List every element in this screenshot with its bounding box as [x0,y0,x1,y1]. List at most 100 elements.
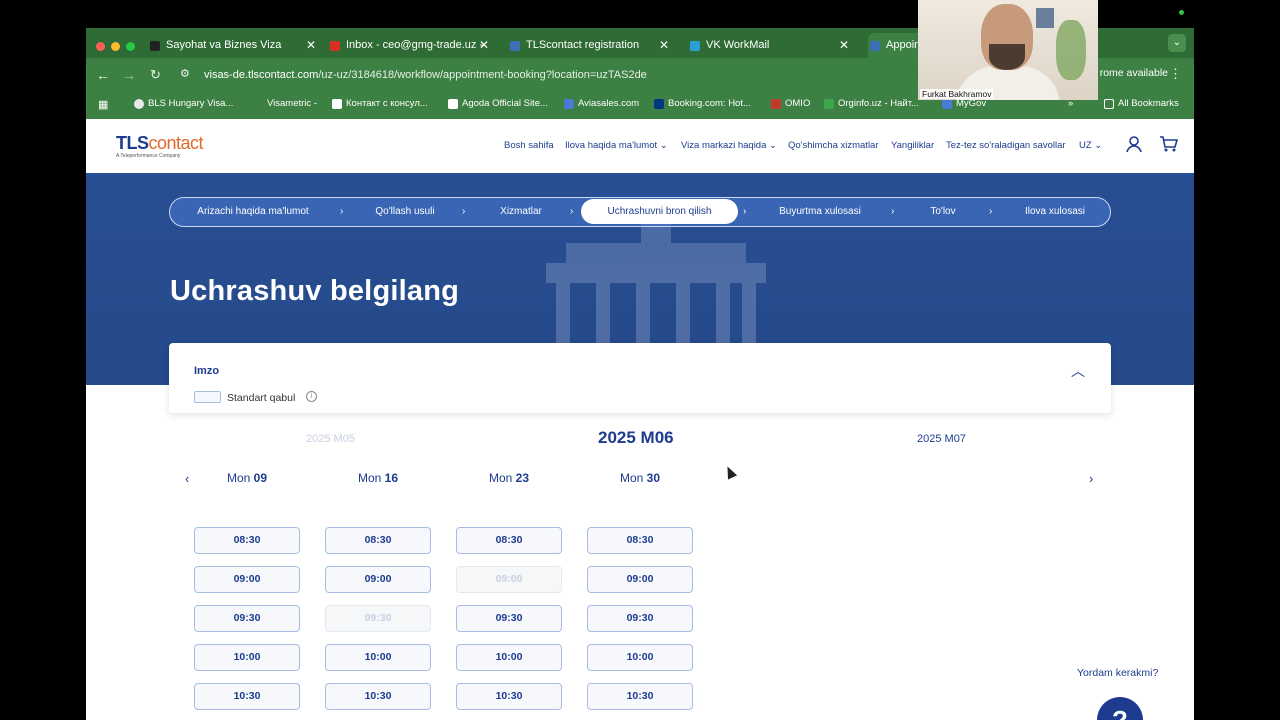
bookmark-bls[interactable]: BLS Hungary Visa... [134,98,233,109]
bookmark-aviasales[interactable]: Aviasales.com [564,98,639,109]
maximize-window-button[interactable] [126,42,135,51]
bookmark-icon [253,99,263,109]
nav-label: Ilova haqida ma'lumot [565,140,658,151]
bookmark-booking[interactable]: Booking.com: Hot... [654,98,751,109]
participant-beard [989,44,1025,70]
chevron-left-icon[interactable]: ‹ [185,471,189,486]
time-slot-button[interactable]: 09:00 [194,566,300,593]
bookmark-label: Контакт с консул... [346,98,428,109]
time-slot-button[interactable]: 08:30 [456,527,562,554]
logo-rest: contact [148,133,204,153]
time-slot-button[interactable]: 10:00 [194,644,300,671]
bookmark-label: BLS Hungary Visa... [148,98,234,109]
step-payment[interactable]: To'lov [908,198,978,225]
language-label: UZ [1079,140,1092,151]
time-slot-button[interactable]: 08:30 [325,527,431,554]
day-date: 30 [646,471,661,485]
info-icon[interactable]: i [306,391,317,402]
tab-close-icon[interactable]: ✕ [479,33,489,58]
step-applicant-info[interactable]: Arizachi haqida ma'lumot [182,198,324,225]
tab-close-icon[interactable]: ✕ [839,33,849,58]
nav-faq[interactable]: Tez-tez so'raladigan savollar [946,140,1066,151]
plant [1056,20,1086,80]
time-slot-button[interactable]: 10:00 [325,644,431,671]
minimize-window-button[interactable] [111,42,120,51]
chevron-right-icon: › [570,206,574,217]
bookmark-agoda[interactable]: Agoda Official Site... [448,98,548,109]
tlscontact-logo[interactable]: TLScontact A Teleperformance Company [116,133,204,159]
language-selector[interactable]: UZ ⌄ [1079,140,1102,151]
close-window-button[interactable] [96,42,105,51]
time-slot-button[interactable]: 10:00 [587,644,693,671]
recording-indicator [1179,10,1184,15]
month-prev[interactable]: 2025 M05 [306,433,355,445]
more-menu-icon[interactable]: ⋮ [1169,66,1182,82]
help-prompt[interactable]: Yordam kerakmi? [1077,667,1158,679]
nav-news[interactable]: Yangiliklar [891,140,934,151]
time-slot-button[interactable]: 10:30 [194,683,300,710]
bookmark-omio[interactable]: OMIO [771,98,810,109]
nav-application-info[interactable]: Ilova haqida ma'lumot ⌄ [565,140,668,151]
chevron-right-icon[interactable]: › [1089,471,1093,486]
bookmark-icon [824,99,834,109]
day-date: 23 [515,471,530,485]
wall-frame [1036,8,1054,28]
chevron-up-icon[interactable]: ︿ [1071,361,1085,381]
nav-home[interactable]: Bosh sahifa [504,140,554,151]
time-slot-button[interactable]: 09:30 [194,605,300,632]
nav-additional-services[interactable]: Qo'shimcha xizmatlar [788,140,879,151]
bookmark-icon [771,99,781,109]
tab-close-icon[interactable]: ✕ [306,33,316,58]
tab-favicon-icon [870,41,880,51]
time-slot-button[interactable]: 10:30 [587,683,693,710]
tab-close-icon[interactable]: ✕ [659,33,669,58]
step-application-method[interactable]: Qo'llash usuli [360,198,450,225]
step-services[interactable]: Xizmatlar [475,198,567,225]
time-slot-button[interactable]: 08:30 [194,527,300,554]
appointment-type-card: Imzo ︿ Standart qabul i [169,343,1111,413]
tab-favicon-icon [150,41,160,51]
month-next[interactable]: 2025 M07 [917,433,966,445]
time-slot-button[interactable]: 09:00 [325,566,431,593]
time-slot-button[interactable]: 10:00 [456,644,562,671]
user-icon[interactable] [1125,135,1143,153]
step-book-appointment[interactable]: Uchrashuvni bron qilish [581,199,738,224]
bookmark-visametric[interactable]: Visametric - [253,98,317,109]
all-bookmarks[interactable]: All Bookmarks [1104,98,1179,109]
cart-icon[interactable] [1159,135,1178,153]
browser-window: Sayohat va Biznes Viza ✕ Inbox - ceo@gmg… [86,28,1194,720]
tab-vk-workmail[interactable]: VK WorkMail ✕ [688,33,853,58]
bookmark-label: Agoda Official Site... [462,98,548,109]
day-date: 09 [253,471,268,485]
tab-sayohat[interactable]: Sayohat va Biznes Viza ✕ [148,33,320,58]
appointment-calendar: 2025 M05 2025 M06 2025 M07 ‹ › Mon 09 08:… [169,423,1111,720]
appointment-type-title: Imzo [194,365,220,377]
step-order-summary[interactable]: Buyurtma xulosasi [760,198,880,225]
bookmark-konsul[interactable]: Контакт с консул... [332,98,428,109]
site-info-icon[interactable]: ⚙ [180,67,190,80]
nav-label: Viza markazi haqida [681,140,767,151]
reload-icon[interactable]: ↻ [150,67,161,83]
update-notice[interactable]: rome available [1100,67,1168,79]
step-application-summary[interactable]: Ilova xulosasi [1005,198,1105,225]
time-slot-button[interactable]: 10:30 [456,683,562,710]
day-weekday: Mon [357,471,382,485]
tab-search-button[interactable]: ⌄ [1168,34,1186,52]
bookmark-label: Booking.com: Hot... [668,98,751,109]
time-slot-button[interactable]: 09:30 [587,605,693,632]
time-slot-button[interactable]: 10:30 [325,683,431,710]
apps-grid-icon[interactable]: ▦ [98,98,108,111]
chevron-right-icon: › [743,206,747,217]
time-slot-button[interactable]: 09:30 [456,605,562,632]
forward-arrow-icon[interactable]: → [122,67,136,83]
time-slot-button[interactable]: 08:30 [587,527,693,554]
bookmark-orginfo[interactable]: Orginfo.uz - Найт... [824,98,919,109]
participant-name: Furkat Bakhramov [920,89,994,99]
time-slot-button[interactable]: 09:00 [587,566,693,593]
back-arrow-icon[interactable]: ← [96,67,110,83]
bookmark-label: OMIO [785,98,811,109]
nav-visa-center[interactable]: Viza markazi haqida ⌄ [681,140,777,151]
tab-inbox[interactable]: Inbox - ceo@gmg-trade.uz - ✕ [328,33,493,58]
tab-tls-registration[interactable]: TLScontact registration ✕ [508,33,673,58]
tab-title: Sayohat va Biznes Viza [166,39,282,51]
